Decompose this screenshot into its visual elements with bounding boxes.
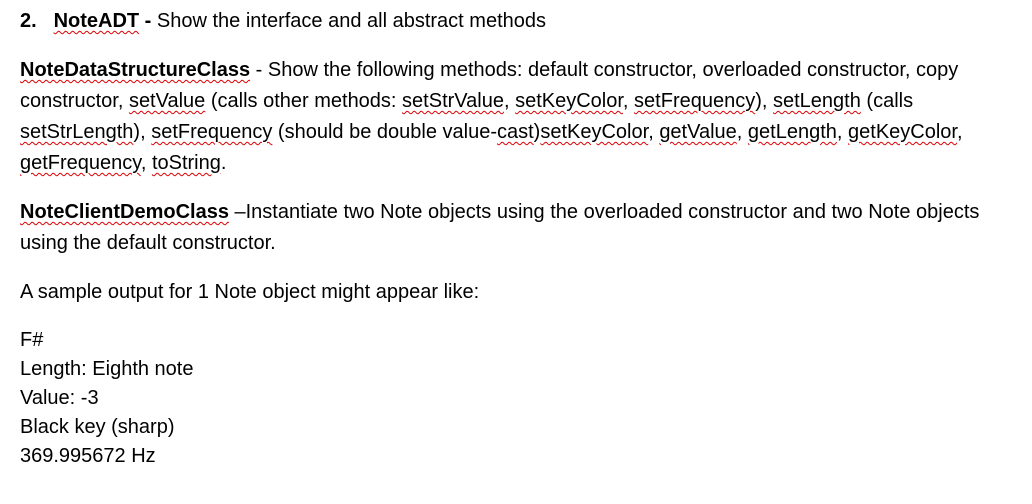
method-setfrequency: setFrequency bbox=[634, 90, 755, 112]
noteadt-description: Show the interface and all abstract meth… bbox=[151, 10, 546, 32]
method-getlength: getLength bbox=[748, 121, 837, 143]
text: (should be double value- bbox=[272, 121, 497, 143]
method-tostring: toString bbox=[152, 152, 221, 174]
note-data-structure-paragraph: NoteDataStructureClass - Show the follow… bbox=[20, 55, 1012, 179]
method-setlength: setLength bbox=[773, 90, 861, 112]
text: , bbox=[623, 90, 634, 112]
method-setstrvalue: setStrValue bbox=[402, 90, 504, 112]
method-getvalue: getValue bbox=[659, 121, 736, 143]
text: ), bbox=[755, 90, 773, 112]
text: , bbox=[141, 152, 152, 174]
dash: - bbox=[139, 10, 151, 32]
text: , bbox=[648, 121, 659, 143]
text: , bbox=[504, 90, 515, 112]
section-title-datastructure: NoteDataStructureClass bbox=[20, 59, 250, 81]
sample-line-5: 369.995672 Hz bbox=[20, 442, 1012, 471]
document-body: 2. NoteADT - Show the interface and all … bbox=[0, 0, 1032, 481]
sample-line-3: Value: -3 bbox=[20, 384, 1012, 413]
method-getfrequency: getFrequency bbox=[20, 152, 141, 174]
method-setkeycolor-2: setKeyColor bbox=[540, 121, 648, 143]
sample-line-4: Black key (sharp) bbox=[20, 413, 1012, 442]
text: (calls bbox=[861, 90, 913, 112]
sample-line-2: Length: Eighth note bbox=[20, 355, 1012, 384]
text: ), bbox=[133, 121, 151, 143]
method-setstrlength: setStrLength bbox=[20, 121, 133, 143]
text: (calls other methods: bbox=[205, 90, 402, 112]
method-setkeycolor: setKeyColor bbox=[515, 90, 623, 112]
list-item-2: 2. NoteADT - Show the interface and all … bbox=[20, 6, 1012, 37]
section-title-clientdemo: NoteClientDemoClass bbox=[20, 201, 229, 223]
text: , bbox=[837, 121, 848, 143]
method-setfrequency-2: setFrequency bbox=[151, 121, 272, 143]
text: , bbox=[957, 121, 963, 143]
text: , bbox=[737, 121, 748, 143]
sample-line-1: F# bbox=[20, 326, 1012, 355]
text: . bbox=[221, 152, 227, 174]
method-getkeycolor: getKeyColor bbox=[848, 121, 957, 143]
note-client-demo-paragraph: NoteClientDemoClass –Instantiate two Not… bbox=[20, 197, 1012, 259]
method-cast: cast bbox=[497, 121, 534, 143]
list-number: 2. bbox=[20, 6, 48, 37]
method-setvalue: setValue bbox=[129, 90, 205, 112]
section-title-noteadt: NoteADT bbox=[54, 10, 140, 32]
sample-output-label: A sample output for 1 Note object might … bbox=[20, 277, 1012, 308]
